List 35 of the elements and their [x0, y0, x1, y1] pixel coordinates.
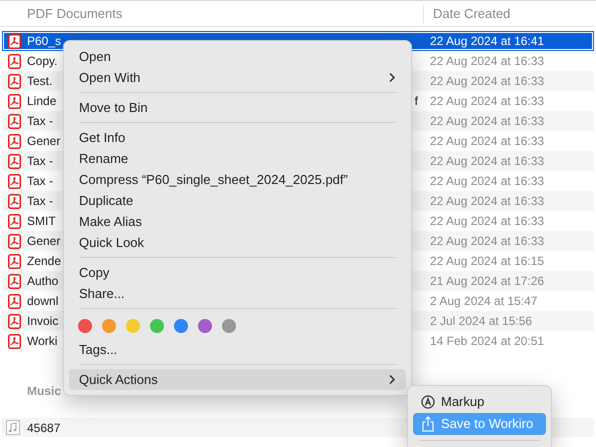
date-cell-text: 22 Aug 2024 at 16:33: [429, 193, 544, 210]
date-cell-text: 22 Aug 2024 at 16:33: [429, 133, 544, 150]
date-cell-text: 22 Aug 2024 at 16:33: [429, 153, 544, 170]
file-name: Gener: [27, 233, 60, 250]
date-cell-text: 22 Aug 2024 at 16:33: [429, 173, 544, 190]
file-name: 45687: [27, 420, 60, 436]
date-cell-text: 2 Aug 2024 at 15:47: [429, 293, 538, 310]
file-name: Invoic: [27, 313, 58, 330]
group-label: Music: [27, 383, 62, 400]
date-cell-text: 22 Aug 2024 at 16:41: [429, 33, 544, 50]
file-name: SMIT: [27, 213, 56, 230]
file-name: downl: [27, 293, 58, 310]
file-name: Tax -: [27, 153, 54, 170]
file-name: Autho: [27, 273, 58, 290]
file-name: f: [414, 93, 418, 110]
file-name: Worki: [27, 333, 58, 350]
date-cell-text: 22 Aug 2024 at 16:33: [429, 53, 544, 70]
file-name: P60_s: [27, 33, 62, 50]
file-name: Linde: [27, 93, 56, 110]
file-name: Tax -: [27, 173, 54, 190]
date-cell-text: 22 Aug 2024 at 16:33: [429, 233, 544, 250]
date-cell-text: 2 Jul 2024 at 15:56: [429, 313, 532, 330]
date-cell-text: 22 Aug 2024 at 16:33: [429, 113, 544, 130]
file-name: Tax -: [27, 113, 54, 130]
file-name: Copy.: [27, 53, 58, 70]
date-cell-text: 21 Aug 2024 at 17:26: [429, 273, 544, 290]
date-cell-text: 22 Aug 2024 at 16:33: [429, 73, 544, 90]
date-cell-text: 22 Aug 2024 at 16:15: [429, 253, 544, 270]
file-name: Tax -: [27, 193, 54, 210]
file-name: Zende: [27, 253, 62, 270]
date-cell-text: 14 Feb 2024 at 20:51: [429, 333, 544, 350]
file-name: Gener: [27, 133, 60, 150]
date-cell-text: 22 Aug 2024 at 16:33: [429, 93, 544, 110]
file-name: Test.: [27, 73, 52, 90]
date-cell-text: 22 Aug 2024 at 16:33: [429, 213, 544, 230]
